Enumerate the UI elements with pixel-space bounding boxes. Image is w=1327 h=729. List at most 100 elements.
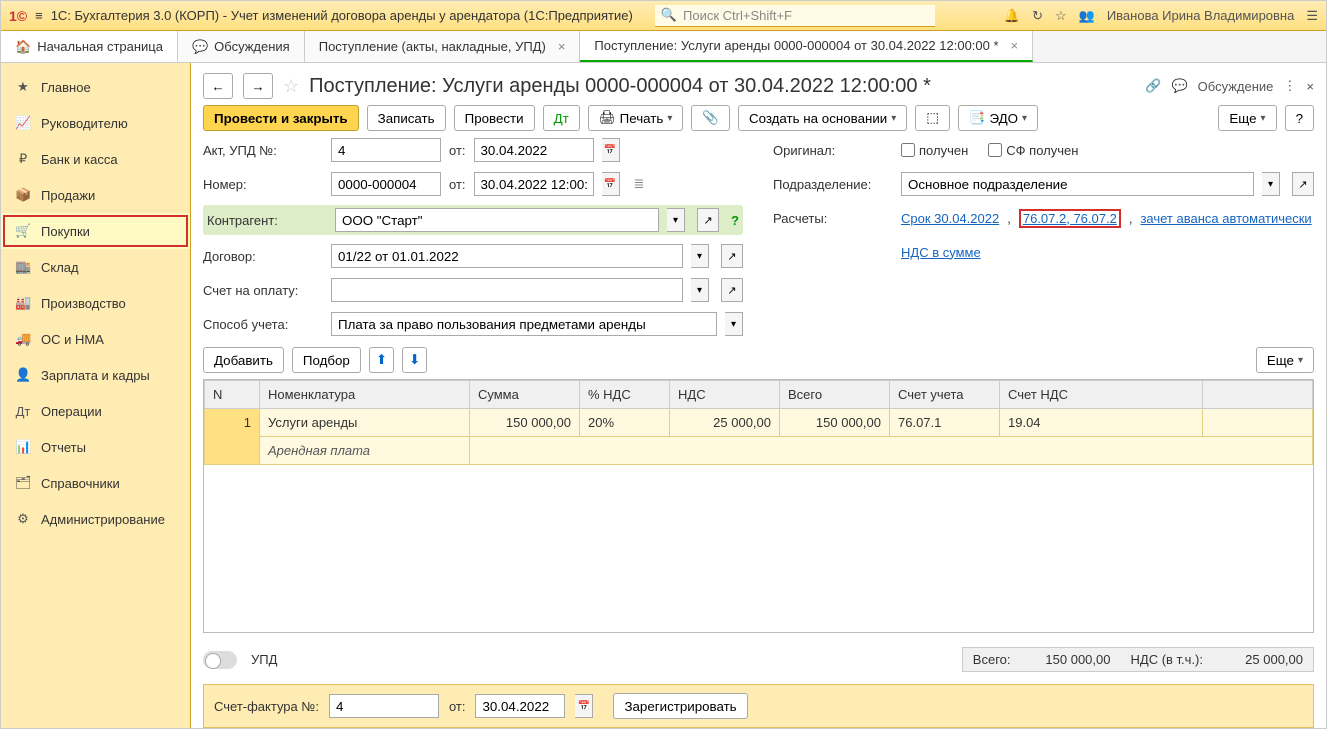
more-button[interactable]: Еще [1218, 105, 1276, 131]
cell-total[interactable]: 150 000,00 [780, 409, 890, 437]
method-input[interactable] [331, 312, 717, 336]
table-more-button[interactable]: Еще [1256, 347, 1314, 373]
chevron-down-icon[interactable]: ▾ [1262, 172, 1280, 196]
vat-mode-link[interactable]: НДС в сумме [901, 245, 981, 260]
calendar-icon[interactable]: 📅 [602, 138, 620, 162]
cell-sub[interactable]: Арендная плата [260, 437, 470, 465]
table-row-sub[interactable]: Арендная плата [205, 437, 1313, 465]
cell-vat[interactable]: 25 000,00 [670, 409, 780, 437]
add-button[interactable]: Добавить [203, 347, 284, 373]
col-name[interactable]: Номенклатура [260, 381, 470, 409]
table-row[interactable]: 1 Услуги аренды 150 000,00 20% 25 000,00… [205, 409, 1313, 437]
calc-advance-link[interactable]: зачет аванса автоматически [1140, 211, 1311, 226]
post-button[interactable]: Провести [454, 105, 535, 131]
act-date-input[interactable] [474, 138, 594, 162]
col-n[interactable]: N [205, 381, 260, 409]
cell-vat-pct[interactable]: 20% [580, 409, 670, 437]
col-vat-acc[interactable]: Счет НДС [1000, 381, 1203, 409]
col-total[interactable]: Всего [780, 381, 890, 409]
sidebar-item-purchases[interactable]: 🛒Покупки [1, 213, 190, 249]
struct-button[interactable]: ⬚ [915, 105, 950, 131]
open-icon[interactable]: ↗ [697, 208, 719, 232]
num-date-input[interactable] [474, 172, 594, 196]
sidebar-item-admin[interactable]: ⚙Администрирование [1, 501, 190, 537]
edo-button[interactable]: 📑ЭДО [958, 105, 1038, 131]
upd-toggle[interactable] [203, 651, 237, 669]
attach-button[interactable]: 📎 [691, 105, 730, 131]
menu-icon[interactable]: ≡ [35, 8, 43, 23]
post-close-button[interactable]: Провести и закрыть [203, 105, 359, 131]
move-up-button[interactable]: ⬆ [369, 347, 394, 373]
nav-back-button[interactable]: ← [203, 73, 233, 99]
tab-discussions[interactable]: 💬 Обсуждения [178, 31, 305, 62]
dtkt-button[interactable]: Дт [543, 105, 580, 131]
sf-no-input[interactable] [329, 694, 439, 718]
cell-n[interactable]: 1 [205, 409, 260, 465]
list-icon[interactable]: ≣ [634, 176, 645, 192]
chevron-down-icon[interactable]: ▾ [691, 244, 709, 268]
user-name[interactable]: Иванова Ирина Владимировна [1107, 8, 1295, 23]
sidebar-item-main[interactable]: ★Главное [1, 69, 190, 105]
sidebar-item-operations[interactable]: ДтОперации [1, 393, 190, 429]
invoice-input[interactable] [331, 278, 683, 302]
received-checkbox[interactable]: получен [901, 143, 968, 158]
col-vat[interactable]: НДС [670, 381, 780, 409]
contract-input[interactable] [331, 244, 683, 268]
sidebar-item-sales[interactable]: 📦Продажи [1, 177, 190, 213]
nav-forward-button[interactable]: → [243, 73, 273, 99]
act-no-input[interactable] [331, 138, 441, 162]
tab-receipts-list[interactable]: Поступление (акты, накладные, УПД) × [305, 31, 581, 62]
tab-receipt-doc[interactable]: Поступление: Услуги аренды 0000-000004 о… [580, 31, 1033, 62]
move-down-button[interactable]: ⬇ [402, 347, 427, 373]
contragent-input[interactable] [335, 208, 659, 232]
create-based-button[interactable]: Создать на основании [738, 105, 907, 131]
calc-term-link[interactable]: Срок 30.04.2022 [901, 211, 999, 226]
discuss-label[interactable]: Обсуждение [1198, 79, 1274, 94]
link-icon[interactable]: 🔗 [1145, 78, 1161, 94]
number-input[interactable] [331, 172, 441, 196]
cell-name[interactable]: Услуги аренды [260, 409, 470, 437]
sidebar-item-assets[interactable]: 🚚ОС и НМА [1, 321, 190, 357]
favorite-icon[interactable]: ☆ [283, 76, 299, 97]
settings-icon[interactable]: ☰ [1306, 8, 1318, 24]
sidebar-item-production[interactable]: 🏭Производство [1, 285, 190, 321]
cell-acc[interactable]: 76.07.1 [890, 409, 1000, 437]
close-icon[interactable]: × [1011, 38, 1019, 53]
cell-vat-acc[interactable]: 19.04 [1000, 409, 1203, 437]
print-button[interactable]: 🖨Печать [588, 105, 684, 131]
open-icon[interactable]: ↗ [721, 244, 743, 268]
col-acc[interactable]: Счет учета [890, 381, 1000, 409]
pick-button[interactable]: Подбор [292, 347, 361, 373]
sidebar-item-warehouse[interactable]: 🏬Склад [1, 249, 190, 285]
register-button[interactable]: Зарегистрировать [613, 693, 747, 719]
calendar-icon[interactable]: 📅 [575, 694, 593, 718]
subdiv-input[interactable] [901, 172, 1254, 196]
kebab-icon[interactable]: ⋮ [1283, 78, 1296, 94]
open-icon[interactable]: ↗ [721, 278, 743, 302]
open-icon[interactable]: ↗ [1292, 172, 1314, 196]
sidebar-item-catalogs[interactable]: 🗂Справочники [1, 465, 190, 501]
sidebar-item-reports[interactable]: 📊Отчеты [1, 429, 190, 465]
chevron-down-icon[interactable]: ▾ [667, 208, 685, 232]
chevron-down-icon[interactable]: ▾ [691, 278, 709, 302]
sf-date-input[interactable] [475, 694, 565, 718]
sf-received-checkbox[interactable]: СФ получен [988, 143, 1078, 158]
star-icon[interactable]: ☆ [1055, 8, 1067, 24]
close-icon[interactable]: × [558, 39, 566, 54]
calendar-icon[interactable]: 📅 [602, 172, 620, 196]
cell-sum[interactable]: 150 000,00 [470, 409, 580, 437]
history-icon[interactable]: ↻ [1032, 8, 1043, 24]
sidebar-item-hr[interactable]: 👤Зарплата и кадры [1, 357, 190, 393]
sidebar-item-manager[interactable]: 📈Руководителю [1, 105, 190, 141]
chevron-down-icon[interactable]: ▾ [725, 312, 743, 336]
close-icon[interactable]: × [1306, 79, 1314, 94]
tab-home[interactable]: 🏠 Начальная страница [1, 31, 178, 62]
sidebar-item-bank[interactable]: ₽Банк и касса [1, 141, 190, 177]
bell-icon[interactable]: 🔔 [1004, 8, 1020, 24]
save-button[interactable]: Записать [367, 105, 446, 131]
help-button[interactable]: ? [1285, 105, 1314, 131]
discuss-icon[interactable]: 💬 [1171, 78, 1187, 94]
global-search[interactable]: 🔍 Поиск Ctrl+Shift+F [655, 5, 935, 27]
col-sum[interactable]: Сумма [470, 381, 580, 409]
help-icon[interactable]: ? [731, 213, 739, 228]
